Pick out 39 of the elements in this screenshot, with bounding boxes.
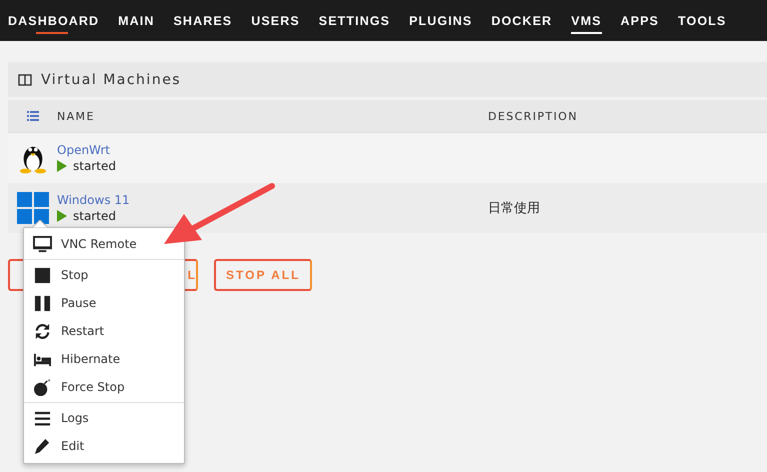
column-header: DESCRIPTION [488, 110, 578, 122]
menu-item[interactable]: Hibernate [24, 345, 126, 373]
menu-icon [33, 410, 52, 426]
menu-item[interactable]: VNC Remote [24, 230, 143, 258]
panel-title: Virtual Machines [41, 72, 182, 88]
vm-name-link[interactable]: OpenWrt [57, 143, 488, 157]
menu-item[interactable]: Logs [24, 404, 95, 432]
vm-name-link[interactable]: Windows 11 [57, 193, 488, 207]
table-row[interactable]: Windows 11 started 日常使用 [8, 183, 767, 233]
stop-icon [33, 266, 52, 284]
menu-item[interactable]: Restart [24, 317, 110, 345]
nav-tab[interactable]: APPS [620, 0, 659, 41]
table-cell-text: 日常使用 [488, 200, 540, 217]
play-icon [57, 210, 67, 222]
vm-status: started [73, 159, 116, 173]
columns-icon [18, 74, 32, 86]
monitor-icon [33, 236, 52, 252]
windows-icon [16, 192, 48, 224]
menu-item[interactable]: Edit [24, 432, 90, 460]
nav-tab[interactable]: USERS [251, 0, 300, 41]
menu-item[interactable]: Pause [24, 289, 102, 317]
vm-status: started [73, 209, 116, 223]
nav-tab[interactable]: SHARES [174, 0, 232, 41]
nav-tab[interactable]: DOCKER [491, 0, 552, 41]
menu-item[interactable]: Stop [24, 261, 94, 289]
menu-item[interactable]: Force Stop [24, 373, 131, 401]
column-header: NAME [57, 110, 96, 122]
nav-tab[interactable]: DASHBOARD [8, 0, 100, 41]
nav-tab[interactable]: MAIN [118, 0, 154, 41]
nav-tab[interactable]: VMS [571, 0, 602, 41]
play-icon [57, 160, 67, 172]
nav-tab[interactable]: SETTINGS [318, 0, 390, 41]
pencil-icon [33, 438, 52, 454]
nav-tab[interactable]: PLUGINS [409, 0, 472, 41]
list-icon [27, 111, 39, 121]
pause-icon [33, 294, 52, 312]
nav-tab[interactable]: TOOLS [678, 0, 726, 41]
refresh-icon [33, 322, 52, 340]
bomb-icon [33, 378, 52, 396]
